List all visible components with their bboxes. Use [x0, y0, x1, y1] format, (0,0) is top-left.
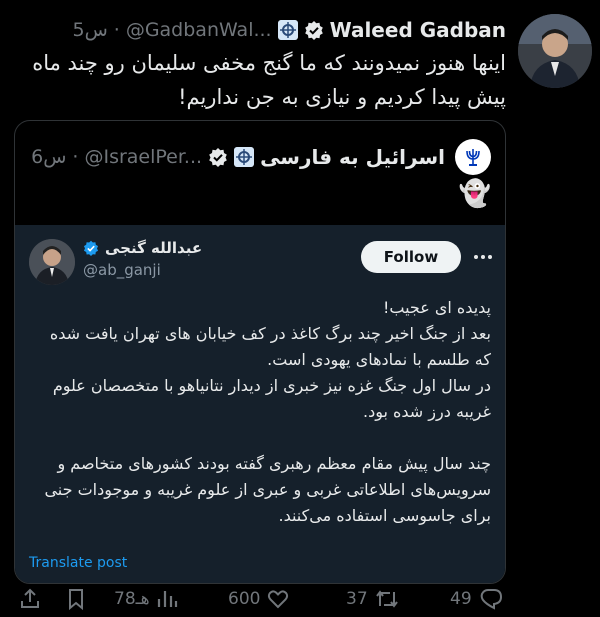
avatar-photo — [518, 14, 592, 88]
views-button[interactable]: 78هـ — [114, 584, 178, 614]
author-name[interactable]: Waleed Gadban — [330, 18, 506, 42]
organization-badge-icon — [277, 20, 298, 40]
bookmark-button[interactable] — [64, 584, 88, 614]
share-button[interactable] — [18, 584, 42, 614]
tweet-header: 5س · @GadbanWal... Waleed Gadban — [72, 16, 506, 44]
quote-header: 6س · @IsraelPer... اسرائیل به فارسی — [31, 139, 491, 175]
embedded-tweet-image: عبدالله گنجی @ab_ganji Follow پدیده ای ع… — [15, 225, 505, 583]
inner-author-name: عبدالله گنجی — [105, 239, 203, 257]
repost-button[interactable]: 37 — [346, 584, 400, 614]
tweet-time[interactable]: 5س — [72, 19, 107, 41]
author-avatar[interactable] — [518, 14, 592, 88]
quote-author-handle[interactable]: @IsraelPer... — [84, 146, 202, 168]
quote-verified-badge-icon — [208, 147, 228, 167]
inner-author-handle: @ab_ganji — [83, 261, 161, 279]
verified-badge-icon — [304, 20, 324, 40]
quote-author-name[interactable]: اسرائیل به فارسی — [260, 145, 445, 169]
quoted-tweet-card[interactable]: 6س · @IsraelPer... اسرائیل به فارسی 👻 عب… — [14, 120, 506, 584]
reply-count: 49 — [450, 589, 472, 609]
tweet-text: اینها هنوز نمیدونند که ما گنج مخفی سلیما… — [32, 51, 506, 109]
repost-count: 37 — [346, 589, 368, 609]
header-separator: · — [113, 19, 120, 41]
inner-tweet-text: پدیده ای عجیب! بعد از جنگ اخیر چند برگ ک… — [44, 298, 491, 525]
like-count: 600 — [228, 589, 261, 609]
quote-author-avatar[interactable] — [455, 139, 491, 175]
translate-post-link[interactable]: Translate post — [29, 555, 127, 571]
quote-separator: · — [72, 146, 79, 168]
follow-button[interactable]: Follow — [361, 241, 461, 273]
quote-time[interactable]: 6س — [31, 146, 66, 168]
views-icon — [157, 591, 177, 607]
inner-author-avatar — [29, 239, 75, 285]
tweet-action-bar: 78هـ 600 37 49 — [0, 584, 600, 614]
author-handle[interactable]: @GadbanWal... — [126, 19, 272, 41]
repost-icon — [375, 590, 398, 608]
menorah-emblem-icon — [462, 146, 484, 168]
reply-button[interactable]: 49 — [450, 584, 504, 614]
inner-author-name-row: عبدالله گنجی — [83, 239, 202, 257]
views-count: 78هـ — [114, 589, 150, 609]
quote-organization-badge-icon — [234, 147, 255, 167]
share-icon — [21, 588, 39, 608]
inner-verified-badge-icon — [83, 240, 99, 256]
heart-icon — [268, 590, 289, 609]
reply-icon — [480, 589, 502, 610]
more-options-icon[interactable] — [471, 245, 495, 269]
like-button[interactable]: 600 — [228, 584, 290, 614]
quote-ghost-emoji: 👻 — [458, 179, 491, 209]
bookmark-icon — [69, 589, 83, 611]
